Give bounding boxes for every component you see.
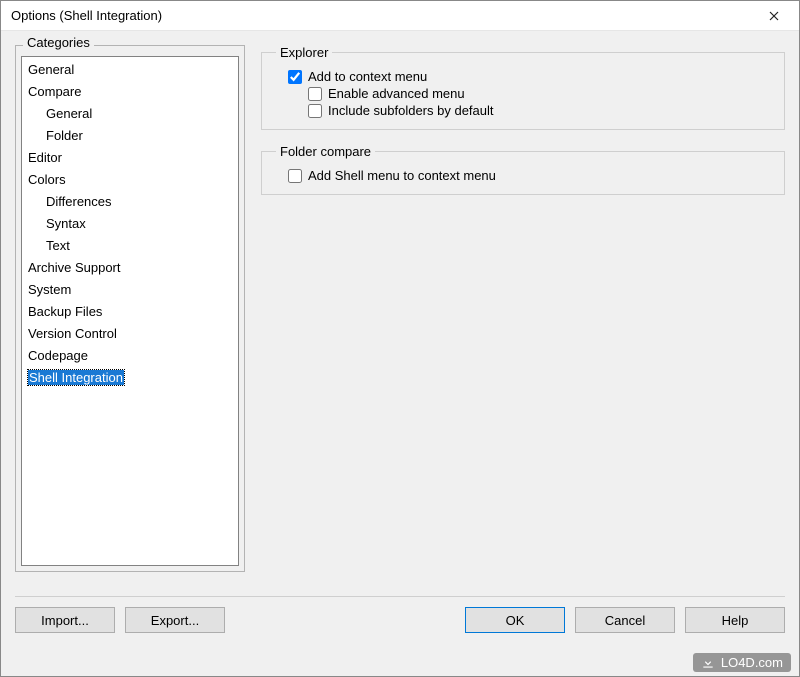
tree-item-label: Backup Files [28, 304, 102, 319]
tree-item-label: Editor [28, 150, 62, 165]
divider [15, 596, 785, 597]
tree-item[interactable]: Backup Files [22, 301, 238, 323]
explorer-group: Explorer Add to context menu Enable adva… [261, 45, 785, 130]
button-row: Import... Export... OK Cancel Help [15, 607, 785, 633]
enable-advanced-row[interactable]: Enable advanced menu [308, 85, 772, 102]
ok-button[interactable]: OK [465, 607, 565, 633]
tree-item-label: Syntax [46, 216, 86, 231]
tree-item[interactable]: Text [22, 235, 238, 257]
tree-item-label: System [28, 282, 71, 297]
export-button[interactable]: Export... [125, 607, 225, 633]
titlebar: Options (Shell Integration) [1, 1, 799, 31]
settings-panel: Explorer Add to context menu Enable adva… [261, 43, 785, 572]
tree-item[interactable]: General [22, 103, 238, 125]
tree-item[interactable]: Differences [22, 191, 238, 213]
tree-item[interactable]: Codepage [22, 345, 238, 367]
window-title: Options (Shell Integration) [11, 8, 162, 23]
tree-item[interactable]: Editor [22, 147, 238, 169]
tree-item[interactable]: Folder [22, 125, 238, 147]
options-window: Options (Shell Integration) Categories G… [0, 0, 800, 677]
include-subfolders-label: Include subfolders by default [328, 103, 494, 118]
tree-item-label: Text [46, 238, 70, 253]
enable-advanced-label: Enable advanced menu [328, 86, 465, 101]
folder-compare-legend: Folder compare [276, 144, 375, 159]
tree-item-label: General [46, 106, 92, 121]
tree-item[interactable]: System [22, 279, 238, 301]
tree-item-label: Colors [28, 172, 66, 187]
tree-item[interactable]: General [22, 59, 238, 81]
import-button[interactable]: Import... [15, 607, 115, 633]
add-shell-menu-label: Add Shell menu to context menu [308, 168, 496, 183]
enable-advanced-checkbox[interactable] [308, 87, 322, 101]
tree-item[interactable]: Syntax [22, 213, 238, 235]
tree-item[interactable]: Compare [22, 81, 238, 103]
client-area: Categories General Compare General Folder Ed… [1, 31, 799, 676]
categories-group: Categories GeneralCompareGeneralFolderEd… [15, 43, 245, 572]
tree-item[interactable]: Colors [22, 169, 238, 191]
add-shell-menu-checkbox[interactable] [288, 169, 302, 183]
folder-compare-group: Folder compare Add Shell menu to context… [261, 144, 785, 195]
tree-item-label: Shell Integration [28, 370, 124, 385]
include-subfolders-checkbox[interactable] [308, 104, 322, 118]
cancel-button[interactable]: Cancel [575, 607, 675, 633]
tree-item-label: Version Control [28, 326, 117, 341]
add-context-menu-label: Add to context menu [308, 69, 427, 84]
include-subfolders-row[interactable]: Include subfolders by default [308, 102, 772, 119]
tree-item-label: General [28, 62, 74, 77]
explorer-legend: Explorer [276, 45, 332, 60]
close-icon [769, 11, 779, 21]
tree-item-label: Folder [46, 128, 83, 143]
close-button[interactable] [757, 4, 791, 28]
tree-item[interactable]: Shell Integration [22, 367, 238, 389]
tree-item-label: Compare [28, 84, 81, 99]
categories-tree[interactable]: General Compare General Folder Editor Colors D… [21, 56, 239, 566]
tree-item[interactable]: Version Control [22, 323, 238, 345]
tree-item-label: Archive Support [28, 260, 121, 275]
tree-item-label: Codepage [28, 348, 88, 363]
categories-label: Categories [23, 35, 94, 50]
add-shell-menu-row[interactable]: Add Shell menu to context menu [288, 167, 772, 184]
add-context-menu-checkbox[interactable] [288, 70, 302, 84]
tree-item[interactable]: Archive Support [22, 257, 238, 279]
help-button[interactable]: Help [685, 607, 785, 633]
tree-item-label: Differences [46, 194, 112, 209]
add-context-menu-row[interactable]: Add to context menu [288, 68, 772, 85]
